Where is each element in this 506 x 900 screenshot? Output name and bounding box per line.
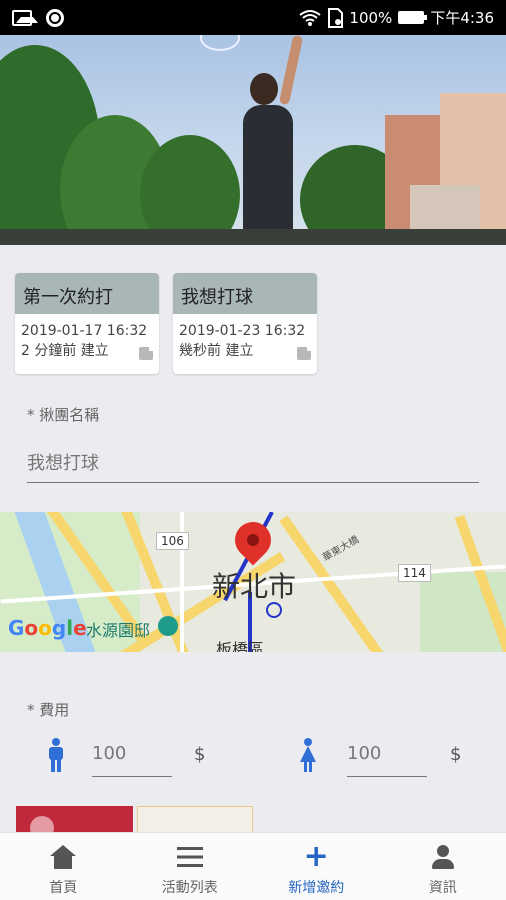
female-icon (300, 738, 316, 772)
status-right: 100% 下午4:36 (299, 7, 494, 28)
nav-item-activity-list[interactable]: 活動列表 (127, 833, 254, 900)
location-map[interactable]: 106 114 華東大橋 新北市 板橋區 水源園邸 Google (0, 512, 506, 652)
metro-station-icon (266, 602, 282, 618)
edit-icon[interactable] (297, 345, 313, 360)
map-poi-label: 水源園邸 (86, 621, 151, 640)
road-badge-114: 114 (398, 564, 431, 582)
map-district-label: 板橋區 (216, 640, 265, 652)
fee-row: 100 $ 100 $ (0, 735, 506, 779)
event-card-created: 幾秒前 建立 (179, 343, 254, 359)
home-icon (50, 845, 77, 869)
event-card-created: 2 分鐘前 建立 (21, 343, 109, 359)
sim-icon (328, 7, 344, 28)
fee-label: * 費用 (27, 701, 70, 719)
female-fee-currency: $ (450, 744, 462, 765)
event-card[interactable]: 第一次約打 2019-01-17 16:32 2 分鐘前 建立 (15, 273, 159, 374)
event-card-title: 我想打球 (173, 273, 317, 314)
plus-icon: + (303, 839, 329, 874)
nav-item-label: 首頁 (49, 880, 78, 896)
hero-image (0, 35, 506, 245)
wifi-icon (299, 9, 322, 26)
event-cards: 第一次約打 2019-01-17 16:32 2 分鐘前 建立 我想打球 201… (15, 273, 317, 374)
image-notification-icon (12, 9, 38, 26)
person-icon (431, 845, 455, 869)
male-fee-currency: $ (194, 744, 206, 765)
event-card-datetime: 2019-01-17 16:32 (21, 323, 148, 339)
nav-item-label: 資訊 (428, 880, 457, 896)
event-card-title: 第一次約打 (15, 273, 159, 314)
status-bar: 100% 下午4:36 (0, 0, 506, 35)
group-name-input[interactable]: 我想打球 (27, 443, 479, 483)
battery-percent: 100% (349, 8, 393, 27)
female-fee-input[interactable]: 100 (347, 735, 427, 777)
clock: 下午4:36 (430, 9, 494, 27)
group-name-label: * 揪團名稱 (27, 406, 100, 424)
road-badge-106: 106 (156, 532, 189, 550)
event-card-datetime: 2019-01-23 16:32 (179, 323, 306, 339)
nav-item-new-invite[interactable]: + 新增邀約 (253, 833, 380, 900)
record-notification-icon (46, 8, 64, 27)
edit-icon[interactable] (139, 345, 155, 360)
nav-item-label: 新增邀約 (288, 880, 345, 896)
nav-item-home[interactable]: 首頁 (0, 833, 127, 900)
male-icon (49, 738, 63, 772)
nav-item-label: 活動列表 (161, 880, 218, 896)
map-city-label: 新北市 (212, 570, 297, 603)
map-road-label: 華東大橋 (320, 534, 362, 564)
google-logo: Google (8, 616, 87, 640)
event-card[interactable]: 我想打球 2019-01-23 16:32 幾秒前 建立 (173, 273, 317, 374)
male-fee-input[interactable]: 100 (92, 735, 172, 777)
battery-icon (398, 11, 428, 24)
list-icon (176, 847, 203, 867)
status-left (12, 8, 64, 27)
bottom-nav: 首頁 活動列表 + 新增邀約 資訊 (0, 832, 506, 900)
poi-icon (158, 616, 178, 636)
nav-item-info[interactable]: 資訊 (380, 833, 506, 900)
